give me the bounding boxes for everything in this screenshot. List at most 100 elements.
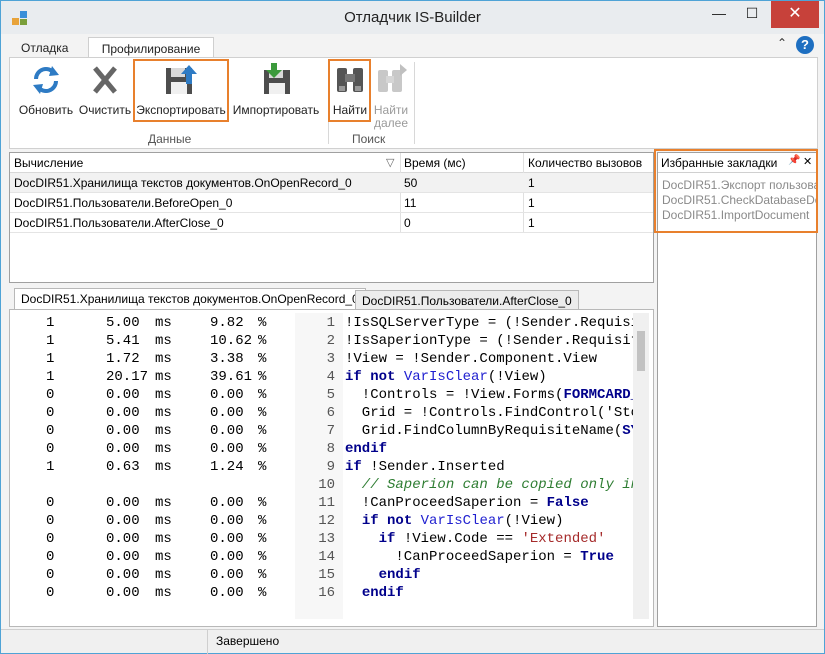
maximize-button[interactable]: ☐ [737,1,767,28]
line-number: 9 [326,459,335,475]
code-text: Grid = !Controls.FindControl('Stor [345,405,648,421]
stat-percent-sign: % [258,567,267,583]
stat-percent-sign: % [258,423,267,439]
column-header-time[interactable]: Время (мс) [404,156,466,170]
stat-row: 0 0.00 ms 0.00% [10,549,290,567]
help-icon[interactable]: ? [796,36,814,54]
code-text: endif [361,585,404,601]
stat-time: 0.00 [106,585,140,601]
line-number: 3 [326,351,335,367]
cell-time: 50 [404,176,418,190]
clear-label: Очистить [78,103,132,117]
clear-x-icon [93,66,117,94]
stat-time: 0.00 [106,513,140,529]
stat-row: 1 1.72 ms 3.38% [10,351,290,369]
stat-unit: ms [155,549,172,565]
find-next-icon [378,64,407,92]
scrollbar-thumb[interactable] [637,331,645,371]
filter-icon[interactable]: ▽ [386,156,394,169]
group-label-search: Поиск [352,132,386,146]
debugger-window: Отладчик IS-Builder — ☐ ✕ Отладка Профил… [0,0,825,654]
column-header-computation[interactable]: Вычисление [14,156,83,170]
table-row[interactable]: DocDIR51.Пользователи.BeforeOpen_0 11 1 [10,193,653,213]
clear-button[interactable]: Очистить [76,62,134,120]
tab-debug[interactable]: Отладка [9,37,80,59]
scrollbar[interactable] [633,313,649,619]
code-text: // Saperion can be copied only in [345,477,640,493]
stat-time: 0.63 [106,459,140,475]
status-bar: Завершено [1,629,824,654]
results-grid: Вычисление ▽ Время (мс) Количество вызов… [9,152,654,283]
code-text: if not VarIsClear(!View) [345,369,547,385]
stat-percent-sign: % [258,459,267,475]
stat-row: 0 0.00 ms 0.00% [10,405,290,423]
tab-doc-onopenrecord[interactable]: DocDIR51.Хранилища текстов документов.On… [14,288,366,310]
cell-calls: 1 [528,196,535,210]
stat-time: 0.00 [106,549,140,565]
code-line: 3 !View = !Sender.Component.View [295,351,635,369]
minimize-button[interactable]: — [704,1,734,28]
stat-time: 0.00 [106,387,140,403]
refresh-label: Обновить [18,103,74,117]
window-title: Отладчик IS-Builder [344,9,481,26]
import-icon [264,63,290,94]
stat-count: 0 [46,387,55,403]
code-text: !View = !Sender.Component.View [345,351,598,367]
code-editor[interactable]: 1 !IsSQLServerType = (!Sender.Requisit 2 !I… [295,313,649,619]
code-text: Grid.FindColumnByRequisiteName(SYS [345,423,648,439]
cell-time: 11 [404,196,417,210]
stat-percent: 10.62 [210,333,253,349]
line-number: 4 [326,369,335,385]
stat-percent-sign: % [258,351,267,367]
code-line: 12 if not VarIsClear(!View) [295,513,635,531]
table-row[interactable]: DocDIR51.Хранилища текстов документов.On… [10,173,653,193]
find-highlight [328,59,371,122]
stat-time: 1.72 [106,351,140,367]
code-line: 15 endif [295,567,635,585]
import-button[interactable]: Импортировать [232,62,320,120]
refresh-button[interactable]: Обновить [16,62,76,120]
column-header-calls[interactable]: Количество вызовов [528,156,642,170]
code-text: if not VarIsClear(!View) [361,513,564,529]
code-text: !CanProceedSaperion = True [345,549,614,565]
bookmarks-highlight [654,149,818,233]
cell-name: DocDIR51.Пользователи.AfterClose_0 [14,216,224,230]
line-number: 2 [326,333,335,349]
stat-percent: 3.38 [210,351,244,367]
code-line: 1 !IsSQLServerType = (!Sender.Requisit [295,315,648,333]
stat-unit: ms [155,405,172,421]
stat-percent: 0.00 [210,567,244,583]
table-row[interactable]: DocDIR51.Пользователи.AfterClose_0 0 1 [10,213,653,233]
code-text: endif [378,567,421,583]
stat-count: 1 [46,459,55,475]
stat-count: 0 [46,495,55,511]
stat-percent-sign: % [258,531,267,547]
stat-percent: 1.24 [210,459,244,475]
stat-percent: 0.00 [210,549,244,565]
close-button[interactable]: ✕ [771,1,819,28]
find-next-button[interactable]: Найти далее [371,62,411,130]
stat-count: 0 [46,441,55,457]
stat-row: 0 0.00 ms 0.00% [10,513,290,531]
export-highlight [133,59,229,122]
stat-count: 0 [46,531,55,547]
stat-percent-sign: % [258,441,267,457]
stat-percent: 0.00 [210,495,244,511]
code-line: 10 // Saperion can be copied only in [295,477,639,495]
tab-doc-afterclose[interactable]: DocDIR51.Пользователи.AfterClose_0 [355,290,579,310]
tab-profiling[interactable]: Профилирование [88,37,214,59]
title-bar: Отладчик IS-Builder — ☐ ✕ [1,1,824,34]
status-text: Завершено [216,634,280,648]
code-text: !IsSaperionType = (!Sender.Requisite [345,333,648,349]
stat-unit: ms [155,531,172,547]
code-line: 4 if not VarIsClear(!View) [295,369,635,387]
line-number: 14 [318,549,335,565]
line-number: 10 [318,477,335,493]
code-line: 2 !IsSaperionType = (!Sender.Requisite [295,333,648,351]
stat-unit: ms [155,441,172,457]
ribbon-collapse-icon[interactable]: ⌃ [777,36,787,50]
stat-percent-sign: % [258,405,267,421]
code-line: 7 Grid.FindColumnByRequisiteName(SYS [295,423,648,441]
stat-time: 0.00 [106,495,140,511]
stat-row: 1 0.63 ms 1.24% [10,459,290,477]
